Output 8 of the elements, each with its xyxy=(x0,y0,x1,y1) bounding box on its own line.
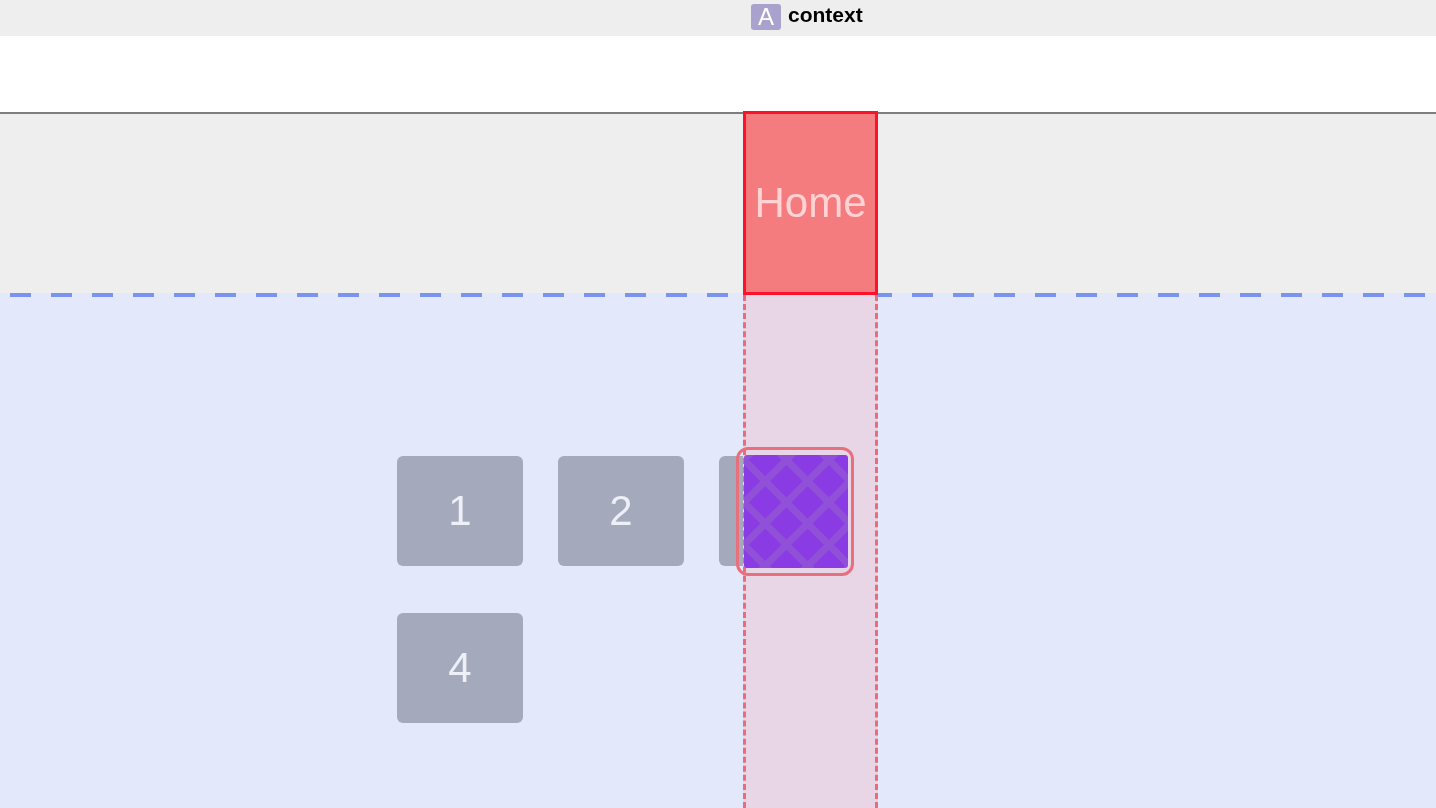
patterned-tile[interactable] xyxy=(744,455,848,568)
letter-badge: A xyxy=(751,3,781,30)
number-tile[interactable]: 4 xyxy=(397,613,523,723)
number-tile[interactable] xyxy=(719,456,743,566)
window-title: context xyxy=(788,3,863,27)
number-tile[interactable]: 1 xyxy=(397,456,523,566)
number-tile[interactable]: 2 xyxy=(558,456,684,566)
highlight-label: Home xyxy=(754,179,867,227)
